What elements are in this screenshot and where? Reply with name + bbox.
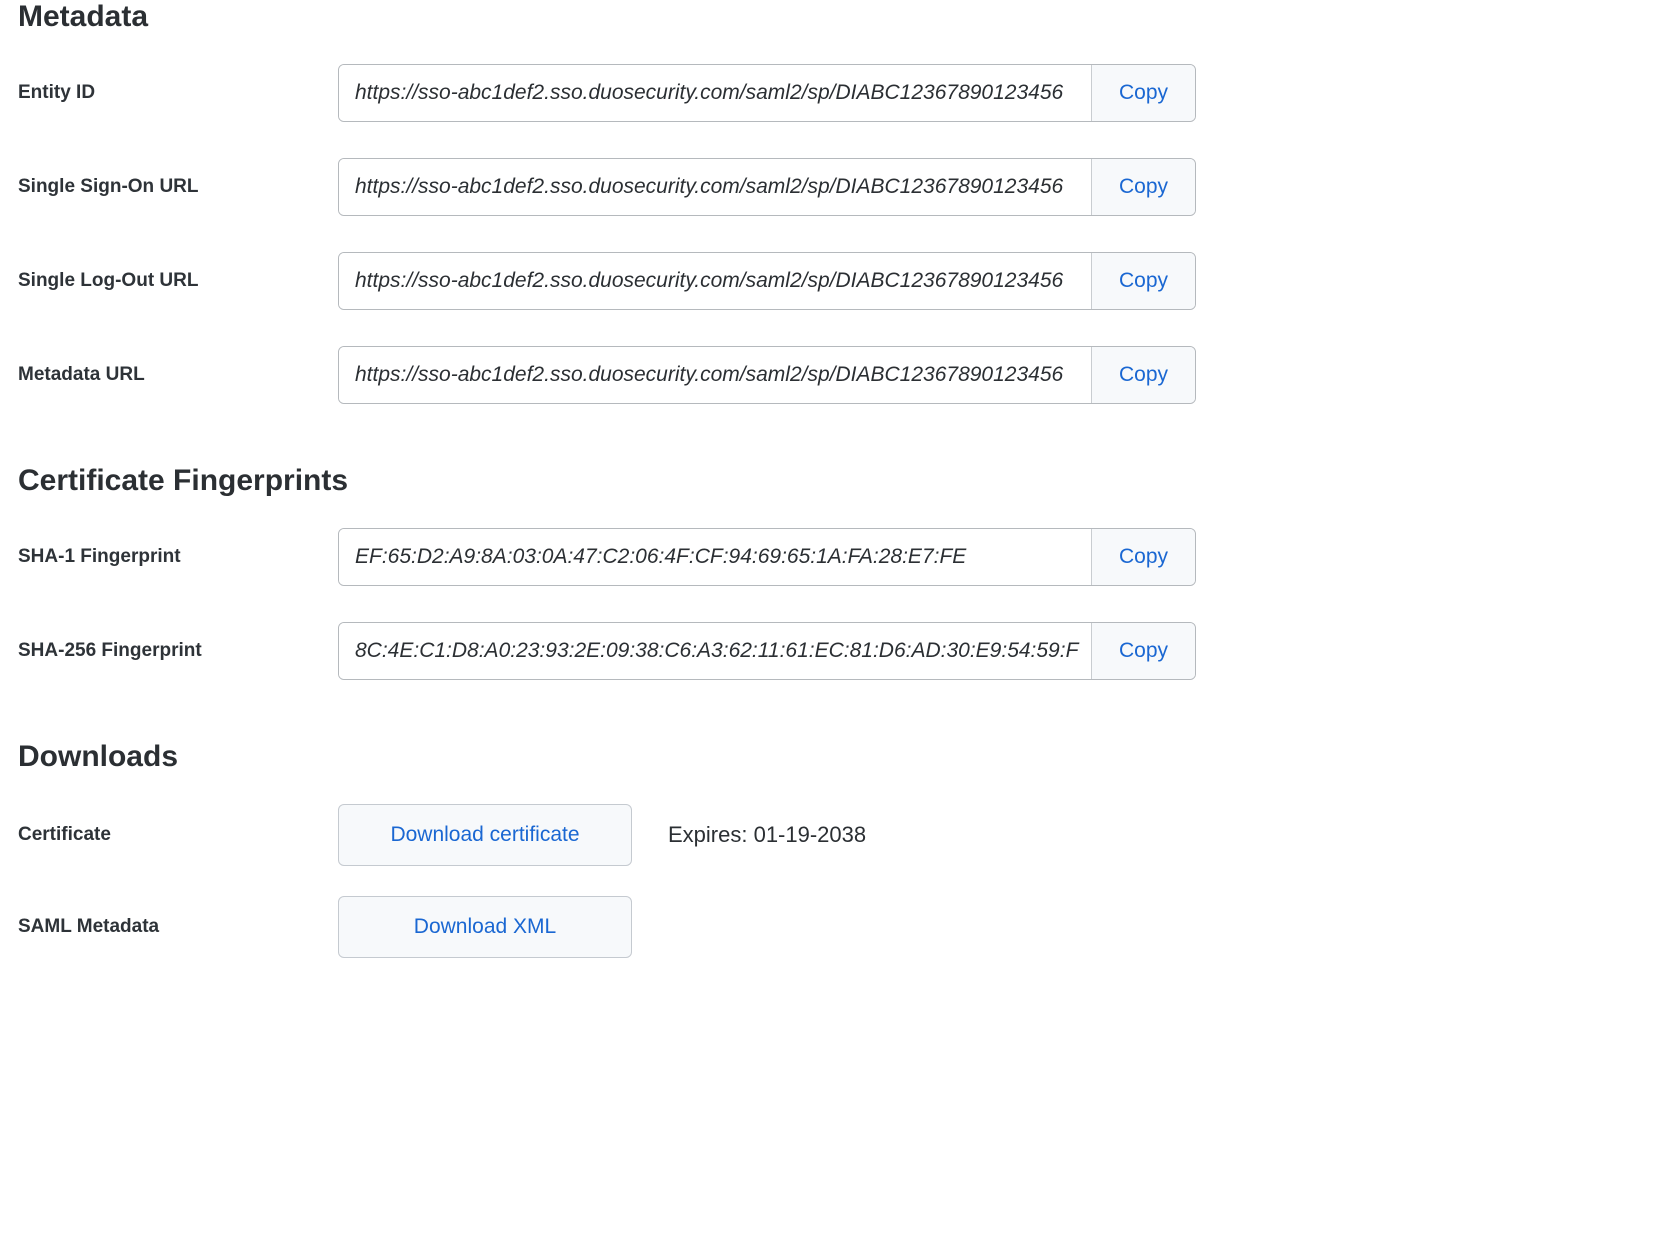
sso-url-copy-button[interactable]: Copy [1091,159,1195,215]
sha256-group: 8C:4E:C1:D8:A0:23:93:2E:09:38:C6:A3:62:1… [338,622,1196,680]
slo-url-group: https://sso-abc1def2.sso.duosecurity.com… [338,252,1196,310]
certificate-label: Certificate [18,824,338,846]
sso-url-label: Single Sign-On URL [18,176,338,198]
sha256-row: SHA-256 Fingerprint 8C:4E:C1:D8:A0:23:93… [18,622,1662,680]
metadata-url-label: Metadata URL [18,364,338,386]
download-certificate-button[interactable]: Download certificate [338,804,632,866]
downloads-heading: Downloads [18,740,1662,774]
slo-url-value[interactable]: https://sso-abc1def2.sso.duosecurity.com… [339,253,1091,309]
entity-id-label: Entity ID [18,82,338,104]
slo-url-label: Single Log-Out URL [18,270,338,292]
entity-id-copy-button[interactable]: Copy [1091,65,1195,121]
sso-url-value[interactable]: https://sso-abc1def2.sso.duosecurity.com… [339,159,1091,215]
sha1-group: EF:65:D2:A9:8A:03:0A:47:C2:06:4F:CF:94:6… [338,528,1196,586]
fingerprints-heading: Certificate Fingerprints [18,464,1662,498]
sso-url-group: https://sso-abc1def2.sso.duosecurity.com… [338,158,1196,216]
sha256-copy-button[interactable]: Copy [1091,623,1195,679]
metadata-url-value[interactable]: https://sso-abc1def2.sso.duosecurity.com… [339,347,1091,403]
entity-id-row: Entity ID https://sso-abc1def2.sso.duose… [18,64,1662,122]
slo-url-copy-button[interactable]: Copy [1091,253,1195,309]
metadata-url-group: https://sso-abc1def2.sso.duosecurity.com… [338,346,1196,404]
metadata-url-copy-button[interactable]: Copy [1091,347,1195,403]
sha1-row: SHA-1 Fingerprint EF:65:D2:A9:8A:03:0A:4… [18,528,1662,586]
metadata-heading: Metadata [18,0,1662,34]
sha1-label: SHA-1 Fingerprint [18,546,338,568]
sha256-label: SHA-256 Fingerprint [18,640,338,662]
saml-metadata-label: SAML Metadata [18,916,338,938]
metadata-url-row: Metadata URL https://sso-abc1def2.sso.du… [18,346,1662,404]
saml-metadata-row: SAML Metadata Download XML [18,896,1662,958]
sso-url-row: Single Sign-On URL https://sso-abc1def2.… [18,158,1662,216]
certificate-expires-text: Expires: 01-19-2038 [668,822,866,848]
sha1-value[interactable]: EF:65:D2:A9:8A:03:0A:47:C2:06:4F:CF:94:6… [339,529,1091,585]
entity-id-value[interactable]: https://sso-abc1def2.sso.duosecurity.com… [339,65,1091,121]
entity-id-group: https://sso-abc1def2.sso.duosecurity.com… [338,64,1196,122]
sha1-copy-button[interactable]: Copy [1091,529,1195,585]
download-xml-button[interactable]: Download XML [338,896,632,958]
sha256-value[interactable]: 8C:4E:C1:D8:A0:23:93:2E:09:38:C6:A3:62:1… [339,623,1091,679]
slo-url-row: Single Log-Out URL https://sso-abc1def2.… [18,252,1662,310]
certificate-row: Certificate Download certificate Expires… [18,804,1662,866]
